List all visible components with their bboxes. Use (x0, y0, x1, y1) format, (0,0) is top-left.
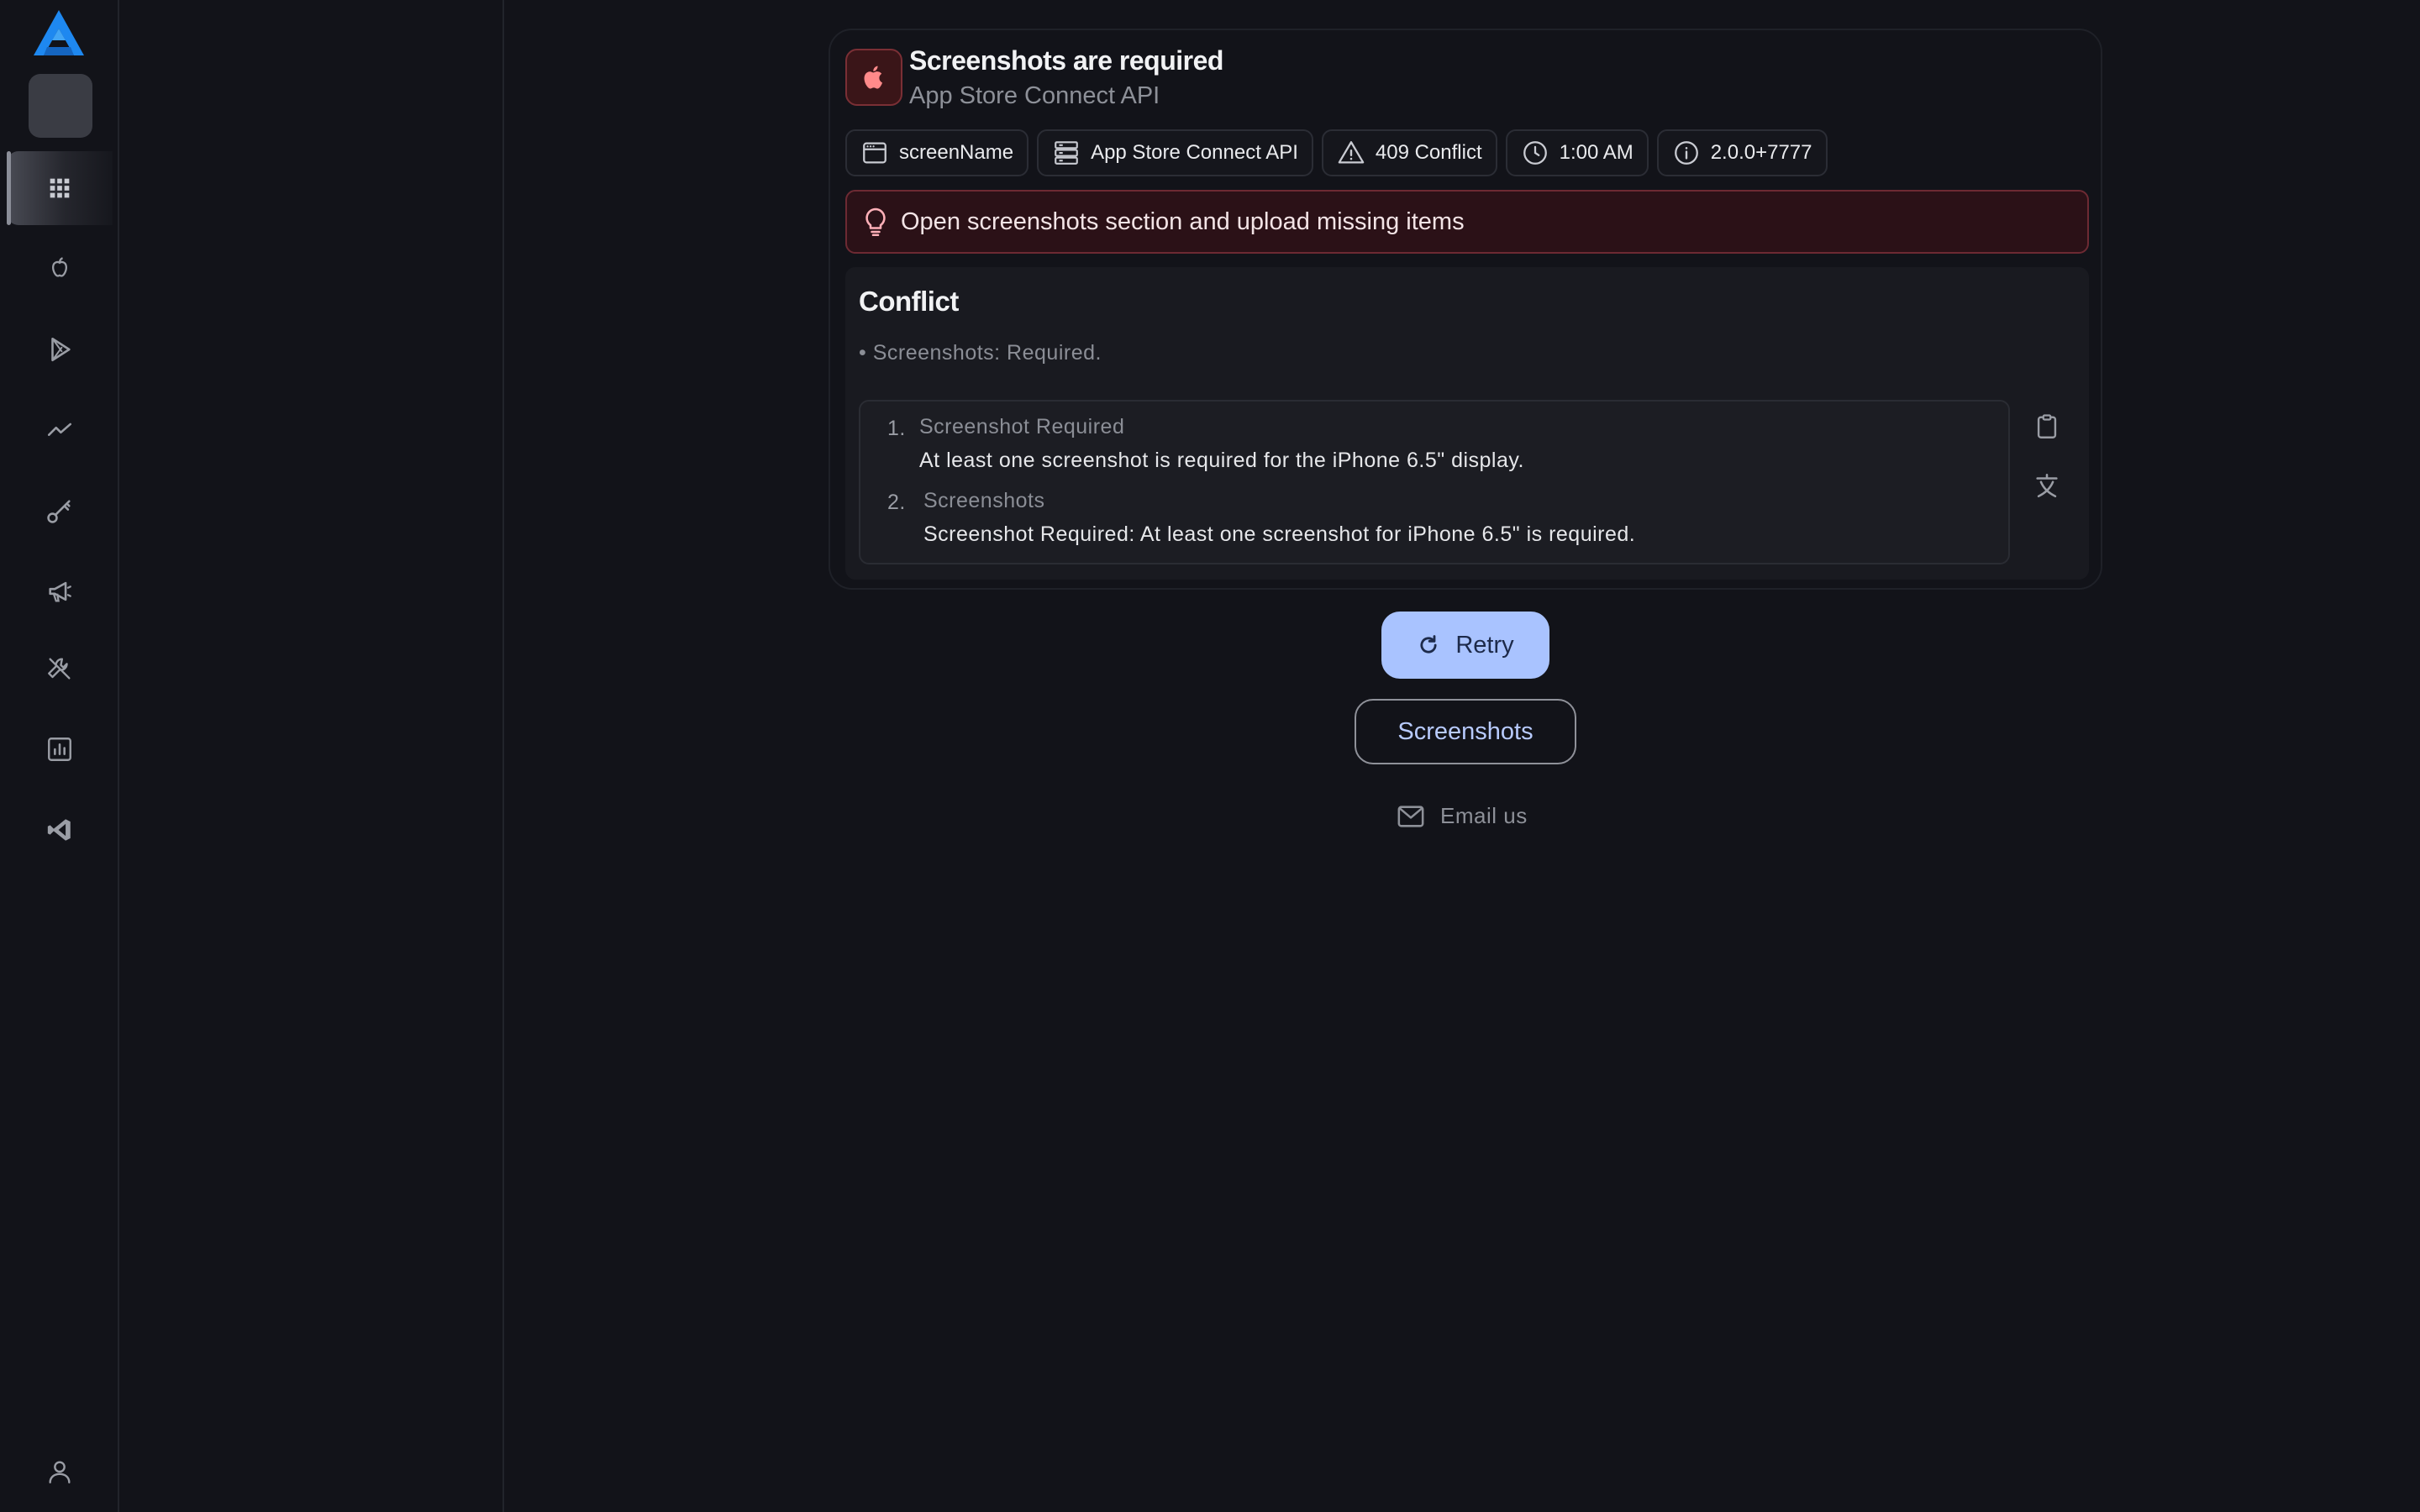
key-icon (47, 500, 71, 523)
refresh-icon (1420, 635, 1437, 654)
email-us-link[interactable]: Email us (1397, 803, 1528, 829)
info-icon (1674, 141, 1698, 165)
item-number: 1. (887, 417, 906, 440)
hint-text: Open screenshots section and upload miss… (901, 207, 1465, 235)
error-title: Screenshots are required (909, 45, 1223, 76)
screenshots-button[interactable]: Screenshots (1355, 699, 1576, 764)
tools-icon (48, 658, 71, 680)
translate-button[interactable] (2030, 469, 2064, 502)
chip-label: 409 Conflict (1375, 141, 1482, 164)
megaphone-icon (49, 581, 71, 602)
error-card: Screenshots are required App Store Conne… (829, 29, 2102, 590)
conflict-heading: Conflict (859, 286, 959, 317)
item-body: At least one screenshot is required for … (919, 449, 1524, 472)
server-icon (1055, 141, 1078, 165)
clock-icon (1523, 141, 1547, 165)
apple-icon (845, 49, 902, 106)
item-heading: Screenshots (923, 489, 1045, 512)
chip-status[interactable]: 409 Conflict (1321, 129, 1497, 176)
error-subtitle: App Store Connect API (909, 82, 1160, 109)
rail-item-analytics[interactable] (7, 712, 113, 786)
rail-item-profile[interactable] (7, 1435, 113, 1509)
retry-button[interactable]: Retry (1381, 612, 1549, 679)
analytics-icon (48, 738, 71, 761)
secondary-panel (121, 0, 504, 1512)
chip-version[interactable]: 2.0.0+7777 (1656, 129, 1828, 176)
user-icon (49, 1461, 71, 1483)
rail-item-trends[interactable] (7, 393, 113, 467)
chip-time[interactable]: 1:00 AM (1505, 129, 1649, 176)
rail-item-tools[interactable] (7, 632, 113, 706)
workspace-avatar[interactable] (29, 74, 92, 138)
conflict-section: Conflict • Screenshots: Required. 1. Scr… (845, 267, 2089, 580)
app-logo-icon[interactable] (32, 8, 86, 57)
trend-icon (47, 423, 72, 436)
grid-icon (50, 178, 70, 198)
hint-banner: Open screenshots section and upload miss… (845, 190, 2089, 254)
rail-item-vscode[interactable] (7, 793, 113, 867)
lightbulb-icon (865, 207, 886, 237)
window-icon (863, 142, 886, 164)
play-store-icon (51, 337, 71, 362)
chip-label: 1:00 AM (1559, 141, 1634, 164)
rail-item-play-store[interactable] (7, 312, 113, 386)
rail-item-keys[interactable] (7, 474, 113, 548)
email-label: Email us (1440, 803, 1528, 828)
screenshots-label: Screenshots (1397, 717, 1534, 745)
chip-label: screenName (899, 141, 1014, 164)
metadata-chips: screenName App Store Connect API 409 Con… (845, 129, 1828, 176)
nav-rail (0, 0, 119, 1512)
conflict-details: 1. Screenshot Required At least one scre… (859, 400, 2010, 564)
clipboard-icon (2037, 414, 2057, 438)
item-heading: Screenshot Required (919, 415, 1125, 438)
item-body: Screenshot Required: At least one screen… (923, 522, 1636, 546)
mail-icon (1397, 805, 1424, 827)
retry-label: Retry (1455, 631, 1514, 659)
warning-icon (1338, 141, 1365, 164)
chip-label: 2.0.0+7777 (1710, 141, 1812, 164)
rail-item-app-store[interactable] (7, 232, 113, 306)
chip-screen-name[interactable]: screenName (845, 129, 1029, 176)
detail-tools (2030, 410, 2064, 528)
apple-icon (52, 257, 67, 277)
copy-button[interactable] (2030, 410, 2064, 444)
chip-label: App Store Connect API (1091, 141, 1298, 164)
conflict-bullet: • Screenshots: Required. (859, 341, 1102, 365)
vscode-icon (47, 819, 71, 841)
chip-source[interactable]: App Store Connect API (1037, 129, 1313, 176)
rail-item-marketing[interactable] (7, 554, 113, 628)
translate-icon (2036, 473, 2058, 498)
item-number: 2. (887, 491, 906, 514)
rail-item-apps[interactable] (7, 151, 113, 225)
